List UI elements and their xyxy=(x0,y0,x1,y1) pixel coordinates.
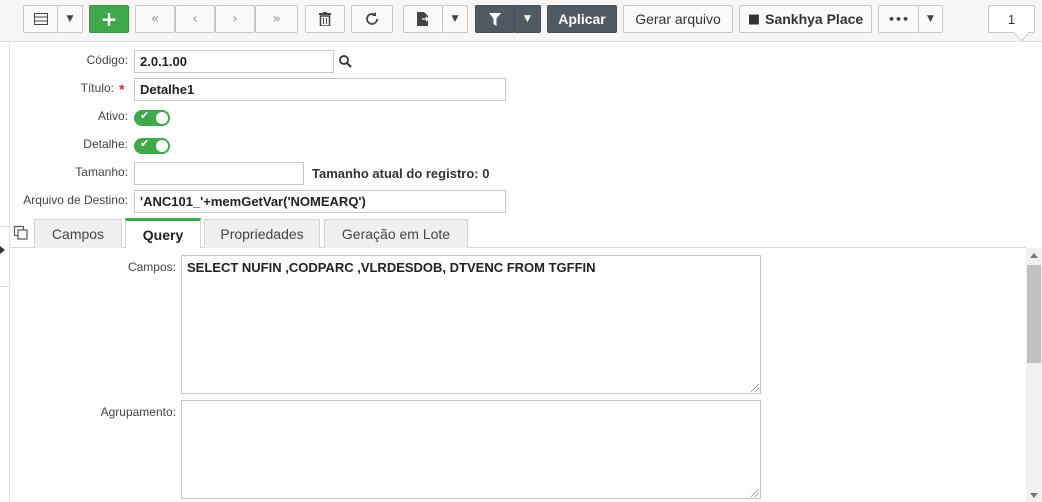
refresh-icon xyxy=(366,12,378,25)
titulo-field[interactable]: Detalhe1 xyxy=(134,78,506,101)
vertical-scrollbar[interactable] xyxy=(1026,248,1042,502)
query-panel: Campos: SELECT NUFIN ,CODPARC ,VLRDESDOB… xyxy=(10,248,1026,502)
resize-grip-icon[interactable] xyxy=(751,384,759,392)
filter-dropdown[interactable]: ▼ xyxy=(514,5,541,33)
tab-propriedades[interactable]: Propriedades xyxy=(204,219,320,248)
destino-label: Arquivo de Destino: xyxy=(23,193,128,207)
resize-grip-icon[interactable] xyxy=(751,489,759,497)
left-divider-line xyxy=(0,286,10,287)
campos-label: Campos: xyxy=(127,260,176,274)
destino-field[interactable]: 'ANC101_'+memGetVar('NOMEARQ') xyxy=(134,190,506,213)
caret-down-icon: ▼ xyxy=(927,14,934,24)
previous-record-button[interactable]: ‹ xyxy=(175,5,215,33)
trash-icon xyxy=(319,12,331,26)
filter-button[interactable] xyxy=(475,5,515,33)
titulo-label: Título: xyxy=(80,81,114,95)
grid-view-button[interactable] xyxy=(23,5,58,33)
scroll-down-icon[interactable] xyxy=(1030,493,1038,498)
ativo-toggle[interactable]: ✔ xyxy=(134,109,170,126)
first-page-icon: « xyxy=(150,11,160,27)
tamanho-label: Tamanho: xyxy=(75,165,128,179)
caret-down-icon: ▼ xyxy=(524,14,531,24)
check-icon: ✔ xyxy=(140,137,150,150)
grid-icon xyxy=(33,13,48,25)
plus-icon: + xyxy=(100,7,118,31)
toolbar: ▼ + « ‹ › » ▼ ▼ Aplicar Gerar arquivo ■ … xyxy=(0,0,1042,42)
next-record-button[interactable]: › xyxy=(215,5,255,33)
tamanho-field[interactable] xyxy=(134,162,304,185)
search-icon[interactable] xyxy=(339,55,352,68)
record-size-info: Tamanho atual do registro: 0 xyxy=(312,166,490,181)
more-icon: ••• xyxy=(887,12,910,26)
grid-view-dropdown[interactable]: ▼ xyxy=(57,5,83,33)
filter-icon xyxy=(489,12,501,26)
next-icon: › xyxy=(232,11,238,27)
scroll-up-icon[interactable] xyxy=(1030,253,1038,258)
export-dropdown[interactable]: ▼ xyxy=(442,5,468,33)
required-marker: * xyxy=(119,81,125,97)
collapse-arrow-icon[interactable] xyxy=(0,246,5,254)
codigo-label: Código: xyxy=(86,53,128,67)
sankhya-place-button[interactable]: ■ Sankhya Place xyxy=(739,5,872,33)
first-record-button[interactable]: « xyxy=(135,5,175,33)
sankhya-place-label: Sankhya Place xyxy=(765,11,864,27)
export-icon xyxy=(417,12,429,26)
caret-down-icon: ▼ xyxy=(451,14,459,24)
scrollbar-thumb[interactable] xyxy=(1027,265,1041,363)
prev-icon: ‹ xyxy=(192,11,198,27)
generate-file-button[interactable]: Gerar arquivo xyxy=(623,5,733,33)
add-button[interactable]: + xyxy=(89,5,129,33)
tab-query[interactable]: Query xyxy=(125,218,201,248)
left-divider-line xyxy=(0,226,10,227)
tab-campos[interactable]: Campos xyxy=(34,219,122,248)
more-button[interactable]: ••• xyxy=(878,5,919,33)
agrupamento-textarea[interactable] xyxy=(181,400,761,499)
agrupamento-label: Agrupamento: xyxy=(100,405,176,419)
campos-textarea[interactable]: SELECT NUFIN ,CODPARC ,VLRDESDOB, DTVENC… xyxy=(181,255,761,394)
refresh-button[interactable] xyxy=(351,5,393,33)
delete-button[interactable] xyxy=(305,5,345,33)
detalhe-toggle[interactable]: ✔ xyxy=(134,137,170,154)
campos-value: SELECT NUFIN ,CODPARC ,VLRDESDOB, DTVENC… xyxy=(187,260,596,275)
caret-down-icon: ▼ xyxy=(66,14,74,24)
export-button[interactable] xyxy=(403,5,443,33)
last-record-button[interactable]: » xyxy=(255,5,298,33)
bag-icon: ■ xyxy=(747,11,761,27)
page-number-field[interactable]: 1 xyxy=(988,5,1035,33)
ativo-label: Ativo: xyxy=(97,109,128,123)
more-dropdown[interactable]: ▼ xyxy=(918,5,943,33)
last-page-icon: » xyxy=(272,11,281,27)
detalhe-label: Detalhe: xyxy=(83,137,128,151)
codigo-field[interactable]: 2.0.1.00 xyxy=(134,50,334,73)
apply-button[interactable]: Aplicar xyxy=(547,5,617,33)
tab-geracao-em-lote[interactable]: Geração em Lote xyxy=(324,219,468,248)
copy-icon[interactable] xyxy=(13,225,29,241)
check-icon: ✔ xyxy=(140,109,150,122)
